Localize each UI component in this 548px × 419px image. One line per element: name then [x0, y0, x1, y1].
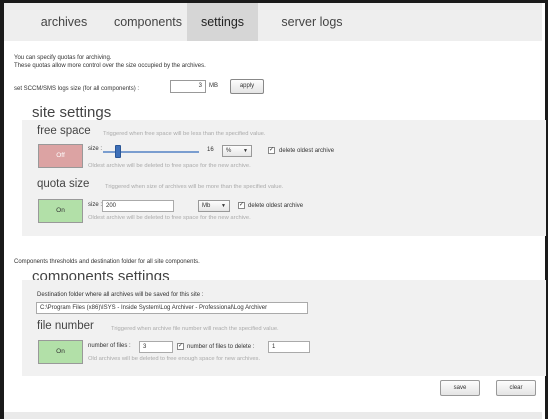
- chevron-down-icon: ▼: [221, 203, 226, 209]
- tab-bar: archives components settings server logs: [4, 3, 542, 41]
- free-space-hint: Triggered when free space will be less t…: [103, 131, 266, 137]
- tab-server-logs[interactable]: server logs: [264, 3, 360, 41]
- intro-text-1: You can specify quotas for archiving.: [14, 55, 112, 61]
- intro-text-2: These quotas allow more control over the…: [14, 63, 206, 69]
- file-number-title: file number: [37, 320, 94, 332]
- free-space-delete-checkbox[interactable]: ✓: [268, 147, 275, 154]
- file-number-note: Old archives will be deleted to free eno…: [88, 356, 261, 362]
- free-space-title: free space: [37, 125, 91, 137]
- tab-archives[interactable]: archives: [24, 3, 104, 41]
- site-settings-title: site settings: [32, 104, 112, 121]
- quota-size-delete-label: delete oldest archive: [248, 203, 304, 209]
- status-bar: [4, 412, 542, 419]
- quota-size-label: size :: [88, 202, 103, 208]
- quota-size-delete-checkbox[interactable]: ✓: [238, 202, 245, 209]
- clear-button[interactable]: clear: [496, 380, 536, 396]
- apply-button[interactable]: apply: [230, 79, 264, 94]
- free-space-unit-select[interactable]: % ▼: [222, 145, 252, 157]
- files-to-delete-input[interactable]: 1: [268, 341, 310, 353]
- free-space-note: Oldest archive will be deleted to free s…: [88, 163, 251, 169]
- check-icon: ✓: [178, 343, 184, 349]
- free-space-slider-thumb[interactable]: [115, 145, 122, 158]
- destination-folder-input[interactable]: C:\Program Files (x86)\ISYS - Inside Sys…: [36, 302, 308, 314]
- file-number-hint: Triggered when archive file number will …: [111, 326, 279, 332]
- sccm-size-label: set SCCM/SMS logs size (for all componen…: [14, 86, 140, 92]
- number-of-files-label: number of files :: [88, 343, 131, 349]
- number-of-files-input[interactable]: 3: [139, 341, 173, 353]
- free-space-unit-value: %: [226, 148, 232, 154]
- components-intro: Components thresholds and destination fo…: [14, 259, 200, 265]
- sccm-size-input[interactable]: 3: [170, 80, 206, 93]
- free-space-delete-label: delete oldest archive: [279, 148, 335, 154]
- quota-size-note: Oldest archive will be deleted to free s…: [88, 215, 251, 221]
- tab-settings[interactable]: settings: [187, 3, 258, 41]
- free-space-value: 16: [207, 147, 214, 153]
- save-button[interactable]: save: [440, 380, 480, 396]
- free-space-size-label: size :: [88, 146, 103, 152]
- check-icon: ✓: [269, 147, 275, 153]
- quota-size-unit-value: Mb: [202, 203, 211, 209]
- quota-size-unit-select[interactable]: Mb ▼: [198, 200, 230, 212]
- tab-components[interactable]: components: [104, 3, 192, 41]
- free-space-toggle[interactable]: Off: [38, 144, 83, 168]
- quota-size-title: quota size: [37, 178, 90, 190]
- file-number-toggle[interactable]: On: [38, 340, 83, 364]
- destination-label: Destination folder where all archives wi…: [37, 292, 204, 298]
- sccm-unit-label: MB: [209, 83, 218, 89]
- quota-size-hint: Triggered when size of archives will be …: [105, 184, 284, 190]
- files-to-delete-checkbox[interactable]: ✓: [177, 343, 184, 350]
- quota-size-toggle[interactable]: On: [38, 199, 83, 223]
- files-to-delete-label: number of files to delete :: [187, 344, 255, 350]
- quota-size-input[interactable]: 200: [102, 200, 174, 212]
- check-icon: ✓: [239, 202, 245, 208]
- chevron-down-icon: ▼: [243, 148, 248, 154]
